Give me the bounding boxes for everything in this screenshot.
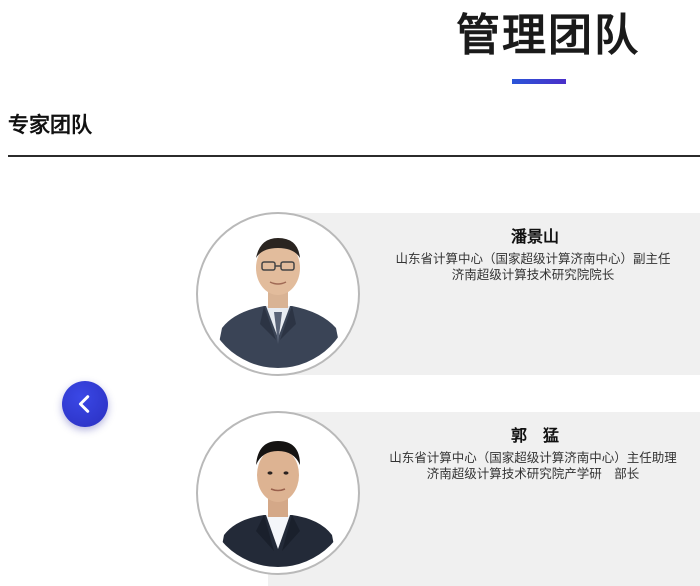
chevron-left-icon xyxy=(78,395,90,413)
carousel-prev-button[interactable] xyxy=(62,381,108,427)
member-title-line: 济南超级计算技术研究院院长 xyxy=(451,267,615,282)
person-portrait-icon xyxy=(204,220,352,368)
page-title: 管理团队 xyxy=(456,10,640,61)
member-name: 潘景山 xyxy=(510,227,559,246)
avatar xyxy=(204,419,352,567)
member-avatar-frame xyxy=(196,411,360,575)
member-name: 郭 猛 xyxy=(510,426,559,445)
section-title: 专家团队 xyxy=(8,113,92,137)
avatar xyxy=(204,220,352,368)
member-title-line: 济南超级计算技术研究院产学研 部长 xyxy=(426,466,640,481)
member-avatar-frame xyxy=(196,212,360,376)
section-divider xyxy=(8,155,700,157)
title-underline xyxy=(512,79,566,84)
member-title-line: 山东省计算中心（国家超级计算济南中心）副主任 xyxy=(395,251,671,266)
member-title-line: 山东省计算中心（国家超级计算济南中心）主任助理 xyxy=(389,450,677,465)
person-portrait-icon xyxy=(204,419,352,567)
